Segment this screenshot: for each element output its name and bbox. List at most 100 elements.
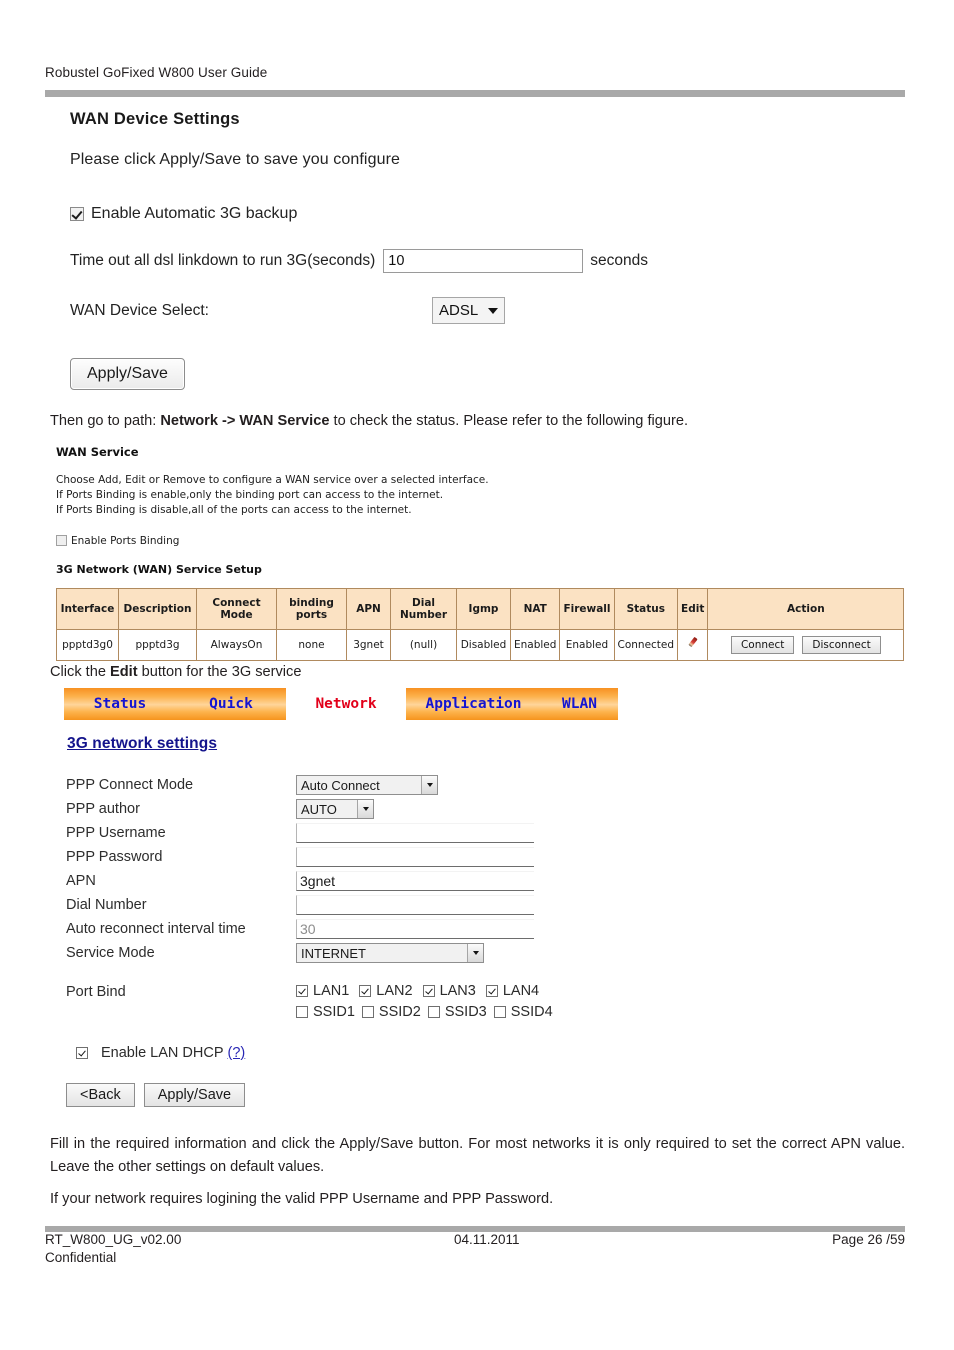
apply-save-button[interactable]: Apply/Save (70, 358, 185, 390)
enable-automatic-3g-backup-row[interactable]: Enable Automatic 3G backup (70, 205, 770, 223)
chevron-down-icon (467, 944, 483, 962)
connect-button[interactable]: Connect (730, 635, 795, 654)
port-bind-lan4[interactable]: LAN4 (485, 983, 540, 999)
auto-reconnect-input[interactable] (296, 919, 534, 939)
ppp-username-input[interactable] (296, 823, 534, 843)
ssid2-checkbox[interactable] (361, 1006, 374, 1018)
timeout-row: Time out all dsl linkdown to run 3G(seco… (70, 249, 770, 273)
ppp-connect-mode-select[interactable]: Auto Connect (296, 775, 438, 795)
tab-application[interactable]: Application (406, 688, 541, 720)
auto-reconnect-row: Auto reconnect interval time (66, 917, 624, 941)
disconnect-button[interactable]: Disconnect (802, 635, 881, 654)
lan2-checkbox[interactable] (359, 985, 372, 997)
ssid1-checkbox[interactable] (296, 1006, 308, 1018)
dhcp-help-link[interactable]: (?) (228, 1045, 246, 1061)
enable-ports-binding-checkbox[interactable] (56, 535, 67, 547)
col-apn: APN (346, 587, 391, 630)
paragraph-fill-in: Fill in the required information and cli… (50, 1136, 905, 1175)
ppp-author-label: PPP author (66, 801, 140, 817)
cell-binding-ports: none (276, 628, 347, 661)
ppp-author-row: PPP author AUTO (66, 797, 624, 821)
header-divider (45, 90, 905, 97)
ppp-password-row: PPP Password (66, 845, 624, 869)
footer-page-number: Page 26 /59 (832, 1232, 905, 1247)
port-bind-label: Port Bind (66, 984, 126, 1000)
cell-edit[interactable] (677, 628, 709, 661)
enable-ports-binding-row[interactable]: Enable Ports Binding (56, 535, 916, 547)
pencil-icon[interactable] (686, 637, 699, 650)
timeout-label: Time out all dsl linkdown to run 3G(seco… (70, 252, 376, 269)
ppp-author-select[interactable]: AUTO (296, 799, 374, 819)
lan1-label: LAN1 (313, 983, 350, 999)
ssid4-checkbox[interactable] (493, 1006, 506, 1018)
cell-nat: Enabled (509, 628, 561, 661)
ppp-username-row: PPP Username (66, 821, 624, 845)
wan-device-select-dropdown[interactable]: ADSL (432, 297, 506, 324)
col-igmp: Igmp (456, 587, 511, 630)
tab-network[interactable]: Network (286, 688, 406, 720)
tab-wlan[interactable]: WLAN (541, 688, 618, 720)
footer-line-1: RT_W800_UG_v02.00 04.11.2011 Page 26 /59 (45, 1232, 905, 1247)
ppp-connect-mode-value: Auto Connect (301, 777, 380, 793)
lan4-checkbox[interactable] (485, 985, 498, 997)
cell-igmp: Disabled (456, 628, 511, 661)
document-header-title: Robustel GoFixed W800 User Guide (45, 65, 268, 80)
dial-number-input[interactable] (296, 895, 534, 915)
col-status: Status (613, 587, 679, 630)
page-title: 3G network settings (67, 735, 218, 752)
chevron-down-icon (488, 307, 499, 314)
wan-device-select-row: WAN Device Select: ADSL (70, 297, 770, 324)
wan-service-title: WAN Service (56, 445, 139, 459)
port-bind-ssid1[interactable]: SSID1 (296, 1004, 355, 1020)
ppp-username-label: PPP Username (66, 825, 166, 841)
port-bind-section: Port Bind LAN1 LAN2 LAN3 LAN4 SSID1 SSID… (66, 983, 624, 1020)
paragraph-if-network: If your network requires logining the va… (50, 1191, 554, 1207)
ppp-password-input[interactable] (296, 847, 534, 867)
tab-quick[interactable]: Quick (176, 688, 286, 720)
footer-date: 04.11.2011 (453, 1232, 520, 1247)
lan4-label: LAN4 (502, 983, 540, 999)
ppp-connect-mode-label: PPP Connect Mode (66, 777, 194, 793)
port-bind-ssid2[interactable]: SSID2 (361, 1004, 421, 1020)
cell-description: ppptd3g (118, 628, 197, 661)
tab-status[interactable]: Status (64, 688, 176, 720)
then-go-post: to check the status. Please refer to the… (329, 413, 689, 429)
table-row: ppptd3g0 ppptd3g AlwaysOn none 3gnet (nu… (56, 628, 905, 661)
apply-save-button-wrapper: Apply/Save (70, 358, 770, 390)
document-page: Robustel GoFixed W800 User Guide WAN Dev… (0, 0, 954, 1350)
ppp-password-label: PPP Password (66, 849, 163, 865)
wan-device-select-label: WAN Device Select: (70, 301, 209, 319)
wan-service-screenshot: WAN Service Choose Add, Edit or Remove t… (56, 445, 916, 661)
paragraph-click-edit: Click the Edit button for the 3G service (50, 661, 920, 684)
ssid3-checkbox[interactable] (427, 1006, 440, 1018)
enable-lan-dhcp-checkbox[interactable] (76, 1047, 88, 1059)
wan-service-table: Interface Description Connect Mode bindi… (56, 587, 905, 661)
document-header: Robustel GoFixed W800 User Guide (45, 65, 905, 80)
apply-save-button-form[interactable]: Apply/Save (143, 1083, 246, 1107)
port-bind-lan2[interactable]: LAN2 (359, 983, 413, 999)
ssid1-label: SSID1 (313, 1004, 355, 1020)
back-button[interactable]: <Back (66, 1083, 135, 1107)
service-mode-select[interactable]: INTERNET (296, 943, 484, 963)
enable-lan-dhcp-row[interactable]: Enable LAN DHCP (?) (76, 1045, 624, 1061)
enable-automatic-3g-backup-checkbox[interactable] (70, 207, 84, 221)
ppp-connect-mode-row: PPP Connect Mode Auto Connect (66, 773, 624, 797)
port-bind-ssid4[interactable]: SSID4 (493, 1004, 553, 1020)
port-bind-lan3[interactable]: LAN3 (422, 983, 476, 999)
cell-apn: 3gnet (346, 628, 391, 661)
col-description: Description (118, 587, 197, 630)
ppp-author-value: AUTO (301, 801, 337, 817)
timeout-input[interactable] (383, 249, 584, 273)
lan3-label: LAN3 (439, 983, 476, 999)
cell-connect-mode: AlwaysOn (196, 628, 277, 661)
chevron-down-icon (357, 800, 373, 818)
col-nat: NAT (509, 587, 561, 630)
timeout-suffix-label: seconds (590, 252, 648, 269)
port-bind-lan1[interactable]: LAN1 (296, 983, 349, 999)
port-bind-ssid3[interactable]: SSID3 (427, 1004, 487, 1020)
table-header-row: Interface Description Connect Mode bindi… (56, 587, 905, 630)
apn-input[interactable] (296, 871, 534, 891)
enable-automatic-3g-backup-label: Enable Automatic 3G backup (91, 205, 298, 222)
lan1-checkbox[interactable] (296, 985, 308, 997)
lan3-checkbox[interactable] (422, 985, 435, 997)
